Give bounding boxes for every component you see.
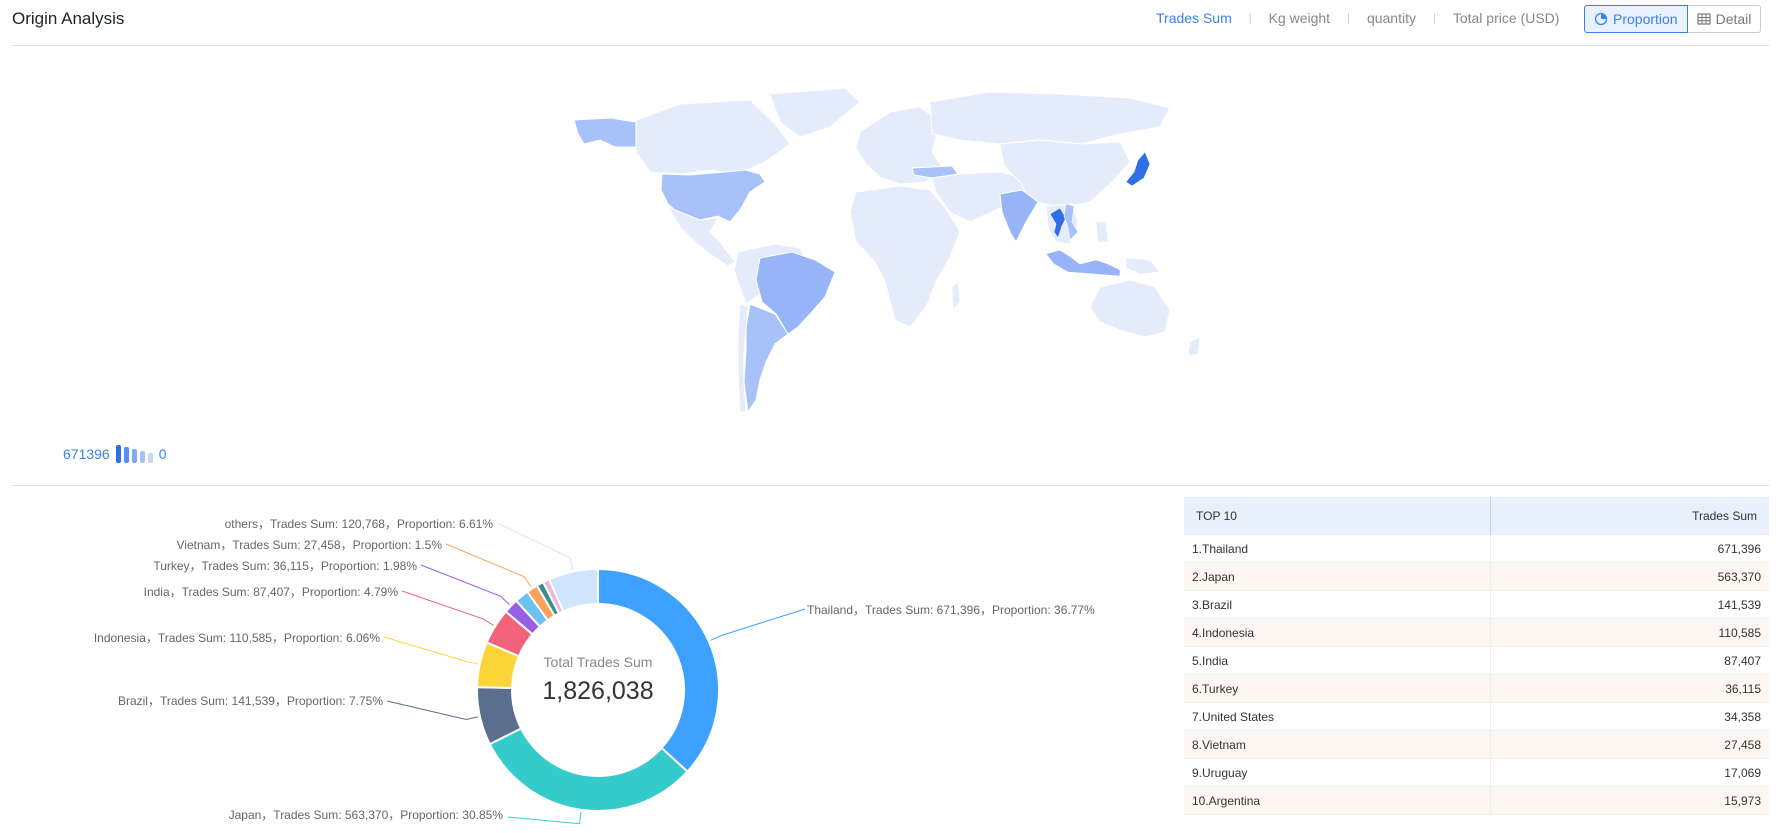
tab-total-price[interactable]: Total price (USD) xyxy=(1447,10,1566,26)
row-name: 1.Thailand xyxy=(1184,535,1491,563)
view-toggle: Proportion Detail xyxy=(1584,5,1762,33)
row-value: 141,539 xyxy=(1490,590,1769,619)
map-greenland[interactable] xyxy=(769,87,861,138)
row-name: 5.India xyxy=(1184,646,1491,675)
map-philippines[interactable] xyxy=(1095,221,1109,243)
section-divider xyxy=(12,485,1769,486)
leader-line-indonesia xyxy=(383,636,478,665)
proportion-button[interactable]: Proportion xyxy=(1584,5,1688,33)
proportion-label: Proportion xyxy=(1613,11,1678,27)
table-row[interactable]: 9.Uruguay 17,069 xyxy=(1184,758,1769,787)
row-value: 671,396 xyxy=(1490,535,1769,563)
legend-max: 671396 xyxy=(63,446,110,462)
map-japan[interactable] xyxy=(1125,151,1151,187)
label-others: others，Trades Sum: 120,768，Proportion: 6… xyxy=(225,517,494,531)
map-papua[interactable] xyxy=(1125,257,1161,275)
tab-separator: | xyxy=(1432,12,1436,24)
row-value: 15,973 xyxy=(1490,786,1769,815)
legend-min: 0 xyxy=(158,446,167,462)
leader-line-brazil xyxy=(386,700,479,720)
table-icon xyxy=(1696,13,1711,25)
map-canada[interactable] xyxy=(635,99,791,176)
table-row[interactable]: 2.Japan 563,370 xyxy=(1184,562,1769,591)
leader-line-thailand xyxy=(710,608,806,641)
table-row[interactable]: 3.Brazil 141,539 xyxy=(1184,590,1769,619)
header-trades-sum[interactable]: Trades Sum xyxy=(1490,497,1769,535)
row-value: 17,069 xyxy=(1490,758,1769,787)
row-value: 27,458 xyxy=(1490,730,1769,759)
top10-table: TOP 10 Trades Sum 1.Thailand 671,396 2.Ja… xyxy=(1184,497,1769,815)
map-indonesia[interactable] xyxy=(1045,249,1121,277)
row-name: 6.Turkey xyxy=(1184,674,1491,703)
tab-trades-sum[interactable]: Trades Sum xyxy=(1150,10,1238,26)
label-japan: Japan，Trades Sum: 563,370，Proportion: 30… xyxy=(229,808,504,822)
table-row[interactable]: 7.United States 34,358 xyxy=(1184,702,1769,731)
label-indonesia: Indonesia，Trades Sum: 110,585，Proportion… xyxy=(94,631,380,645)
table-row[interactable]: 6.Turkey 36,115 xyxy=(1184,674,1769,703)
leader-line-india xyxy=(401,590,494,626)
detail-button[interactable]: Detail xyxy=(1687,5,1762,33)
table-row[interactable]: 4.Indonesia 110,585 xyxy=(1184,618,1769,647)
map-legend: 671396 0 xyxy=(63,445,167,463)
leader-line-turkey xyxy=(420,564,510,606)
row-value: 110,585 xyxy=(1490,618,1769,647)
row-value: 563,370 xyxy=(1490,562,1769,591)
label-turkey: Turkey，Trades Sum: 36,115，Proportion: 1.… xyxy=(153,559,417,573)
donut-slice-japan[interactable] xyxy=(488,727,689,812)
table-row[interactable]: 1.Thailand 671,396 xyxy=(1184,535,1769,563)
row-name: 4.Indonesia xyxy=(1184,618,1491,647)
tab-separator: | xyxy=(1248,12,1252,24)
row-name: 10.Argentina xyxy=(1184,786,1491,815)
map-india[interactable] xyxy=(999,189,1039,244)
label-vietnam: Vietnam，Trades Sum: 27,458，Proportion: 1… xyxy=(177,538,443,552)
detail-label: Detail xyxy=(1715,11,1752,27)
legend-scale[interactable] xyxy=(115,445,153,463)
row-name: 3.Brazil xyxy=(1184,590,1491,619)
donut-slice-thailand[interactable] xyxy=(597,567,720,773)
donut-center-label: Total Trades Sum xyxy=(544,654,653,670)
donut-chart: Total Trades Sum 1,826,038 Thailand，Trad… xyxy=(94,517,1095,825)
label-thailand: Thailand，Trades Sum: 671,396，Proportion:… xyxy=(807,603,1095,617)
table-header-row: TOP 10 Trades Sum xyxy=(1184,497,1769,535)
row-value: 34,358 xyxy=(1490,702,1769,731)
table-row[interactable]: 8.Vietnam 27,458 xyxy=(1184,730,1769,759)
map-russia[interactable] xyxy=(929,91,1171,145)
header-top10[interactable]: TOP 10 xyxy=(1184,497,1491,535)
page-title: Origin Analysis xyxy=(12,9,125,28)
map-madagascar[interactable] xyxy=(951,281,961,311)
leader-line-others xyxy=(496,522,574,570)
row-name: 8.Vietnam xyxy=(1184,730,1491,759)
tab-kg-weight[interactable]: Kg weight xyxy=(1263,10,1336,26)
row-name: 9.Uruguay xyxy=(1184,758,1491,787)
row-value: 87,407 xyxy=(1490,646,1769,675)
map-alaska[interactable] xyxy=(573,117,637,148)
label-brazil: Brazil，Trades Sum: 141,539，Proportion: 7… xyxy=(118,694,383,708)
label-india: India，Trades Sum: 87,407，Proportion: 4.7… xyxy=(144,585,399,599)
world-map xyxy=(573,87,1201,414)
header-divider xyxy=(12,45,1769,46)
metric-tabs: Trades Sum | Kg weight | quantity | Tota… xyxy=(1150,10,1565,26)
table-row[interactable]: 10.Argentina 15,973 xyxy=(1184,786,1769,815)
map-africa[interactable] xyxy=(849,185,961,328)
row-value: 36,115 xyxy=(1490,674,1769,703)
leader-line-vietnam xyxy=(445,543,532,588)
tab-quantity[interactable]: quantity xyxy=(1361,10,1422,26)
row-name: 2.Japan xyxy=(1184,562,1491,591)
row-name: 7.United States xyxy=(1184,702,1491,731)
leader-line-japan xyxy=(507,811,582,825)
header: Origin Analysis Trades Sum | Kg weight |… xyxy=(0,0,1781,46)
pie-chart-icon xyxy=(1594,12,1608,26)
map-australia[interactable] xyxy=(1089,279,1171,338)
donut-center-value: 1,826,038 xyxy=(542,677,653,705)
table-row[interactable]: 5.India 87,407 xyxy=(1184,646,1769,675)
tab-separator: | xyxy=(1347,12,1350,24)
map-new-zealand[interactable] xyxy=(1187,336,1201,357)
